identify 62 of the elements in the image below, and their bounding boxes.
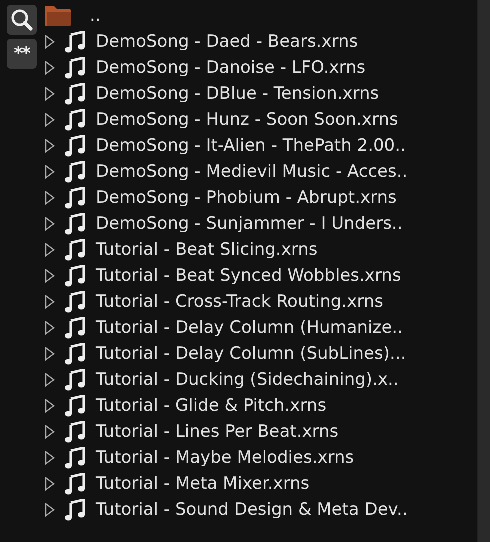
music-note-icon [64, 239, 86, 261]
music-note-icon [64, 265, 86, 287]
folder-icon [44, 5, 72, 27]
filter-button[interactable]: ** [7, 39, 37, 69]
music-note-icon [64, 187, 86, 209]
expand-arrow-icon[interactable] [44, 165, 56, 179]
music-note-icon [64, 421, 86, 443]
music-note-icon [64, 343, 86, 365]
search-icon [10, 8, 34, 32]
file-name[interactable]: DemoSong - Danoise - LFO.xrns [96, 58, 366, 78]
expand-arrow-icon[interactable] [44, 373, 56, 387]
music-note-icon [64, 109, 86, 131]
expand-arrow-icon[interactable] [44, 139, 56, 153]
parent-folder-label[interactable]: .. [90, 6, 101, 26]
file-name[interactable]: Tutorial - Ducking (Sidechaining).x.. [96, 370, 399, 390]
music-note-icon [64, 499, 86, 521]
file-name[interactable]: Tutorial - Delay Column (SubLines)... [96, 344, 406, 364]
file-name[interactable]: DemoSong - DBlue - Tension.xrns [96, 84, 380, 104]
file-name[interactable]: Tutorial - Cross-Track Routing.xrns [96, 292, 384, 312]
file-name[interactable]: DemoSong - Medievil Music - Acces.. [96, 162, 408, 182]
expand-arrow-icon[interactable] [44, 243, 56, 257]
file-name[interactable]: Tutorial - Glide & Pitch.xrns [96, 396, 327, 416]
expand-arrow-icon[interactable] [44, 503, 56, 517]
music-note-icon [64, 161, 86, 183]
expand-arrow-icon[interactable] [44, 399, 56, 413]
file-name[interactable]: DemoSong - Hunz - Soon Soon.xrns [96, 110, 398, 130]
file-name[interactable]: DemoSong - Phobium - Abrupt.xrns [96, 188, 397, 208]
file-name[interactable]: Tutorial - Meta Mixer.xrns [96, 474, 310, 494]
expand-arrow-icon[interactable] [44, 347, 56, 361]
music-note-icon [64, 135, 86, 157]
music-note-icon [64, 369, 86, 391]
expand-arrow-icon[interactable] [44, 113, 56, 127]
file-name[interactable]: DemoSong - Sunjammer - I Unders.. [96, 214, 403, 234]
expand-arrow-icon[interactable] [44, 269, 56, 283]
expand-arrow-icon[interactable] [44, 451, 56, 465]
music-note-icon [64, 473, 86, 495]
file-name[interactable]: Tutorial - Beat Synced Wobbles.xrns [96, 266, 402, 286]
file-name[interactable]: Tutorial - Lines Per Beat.xrns [96, 422, 339, 442]
search-button[interactable] [7, 5, 37, 35]
expand-arrow-icon[interactable] [44, 191, 56, 205]
music-note-icon [64, 57, 86, 79]
music-note-icon [64, 317, 86, 339]
expand-arrow-icon[interactable] [44, 35, 56, 49]
music-note-icon [64, 395, 86, 417]
music-note-icon [64, 447, 86, 469]
music-note-icon [64, 291, 86, 313]
expand-arrow-icon[interactable] [44, 295, 56, 309]
file-name[interactable]: Tutorial - Maybe Melodies.xrns [96, 448, 354, 468]
file-name[interactable]: DemoSong - Daed - Bears.xrns [96, 32, 358, 52]
expand-arrow-icon[interactable] [44, 61, 56, 75]
music-note-icon [64, 213, 86, 235]
expand-arrow-icon[interactable] [44, 87, 56, 101]
expand-arrow-icon[interactable] [44, 477, 56, 491]
expand-arrow-icon[interactable] [44, 217, 56, 231]
music-note-icon [64, 83, 86, 105]
file-name[interactable]: Tutorial - Sound Design & Meta Dev.. [96, 500, 408, 520]
expand-arrow-icon[interactable] [44, 425, 56, 439]
file-name[interactable]: DemoSong - It-Alien - ThePath 2.00.. [96, 136, 406, 156]
music-note-icon [64, 31, 86, 53]
file-name[interactable]: Tutorial - Beat Slicing.xrns [96, 240, 318, 260]
expand-arrow-icon[interactable] [44, 321, 56, 335]
file-name[interactable]: Tutorial - Delay Column (Humanize.. [96, 318, 403, 338]
